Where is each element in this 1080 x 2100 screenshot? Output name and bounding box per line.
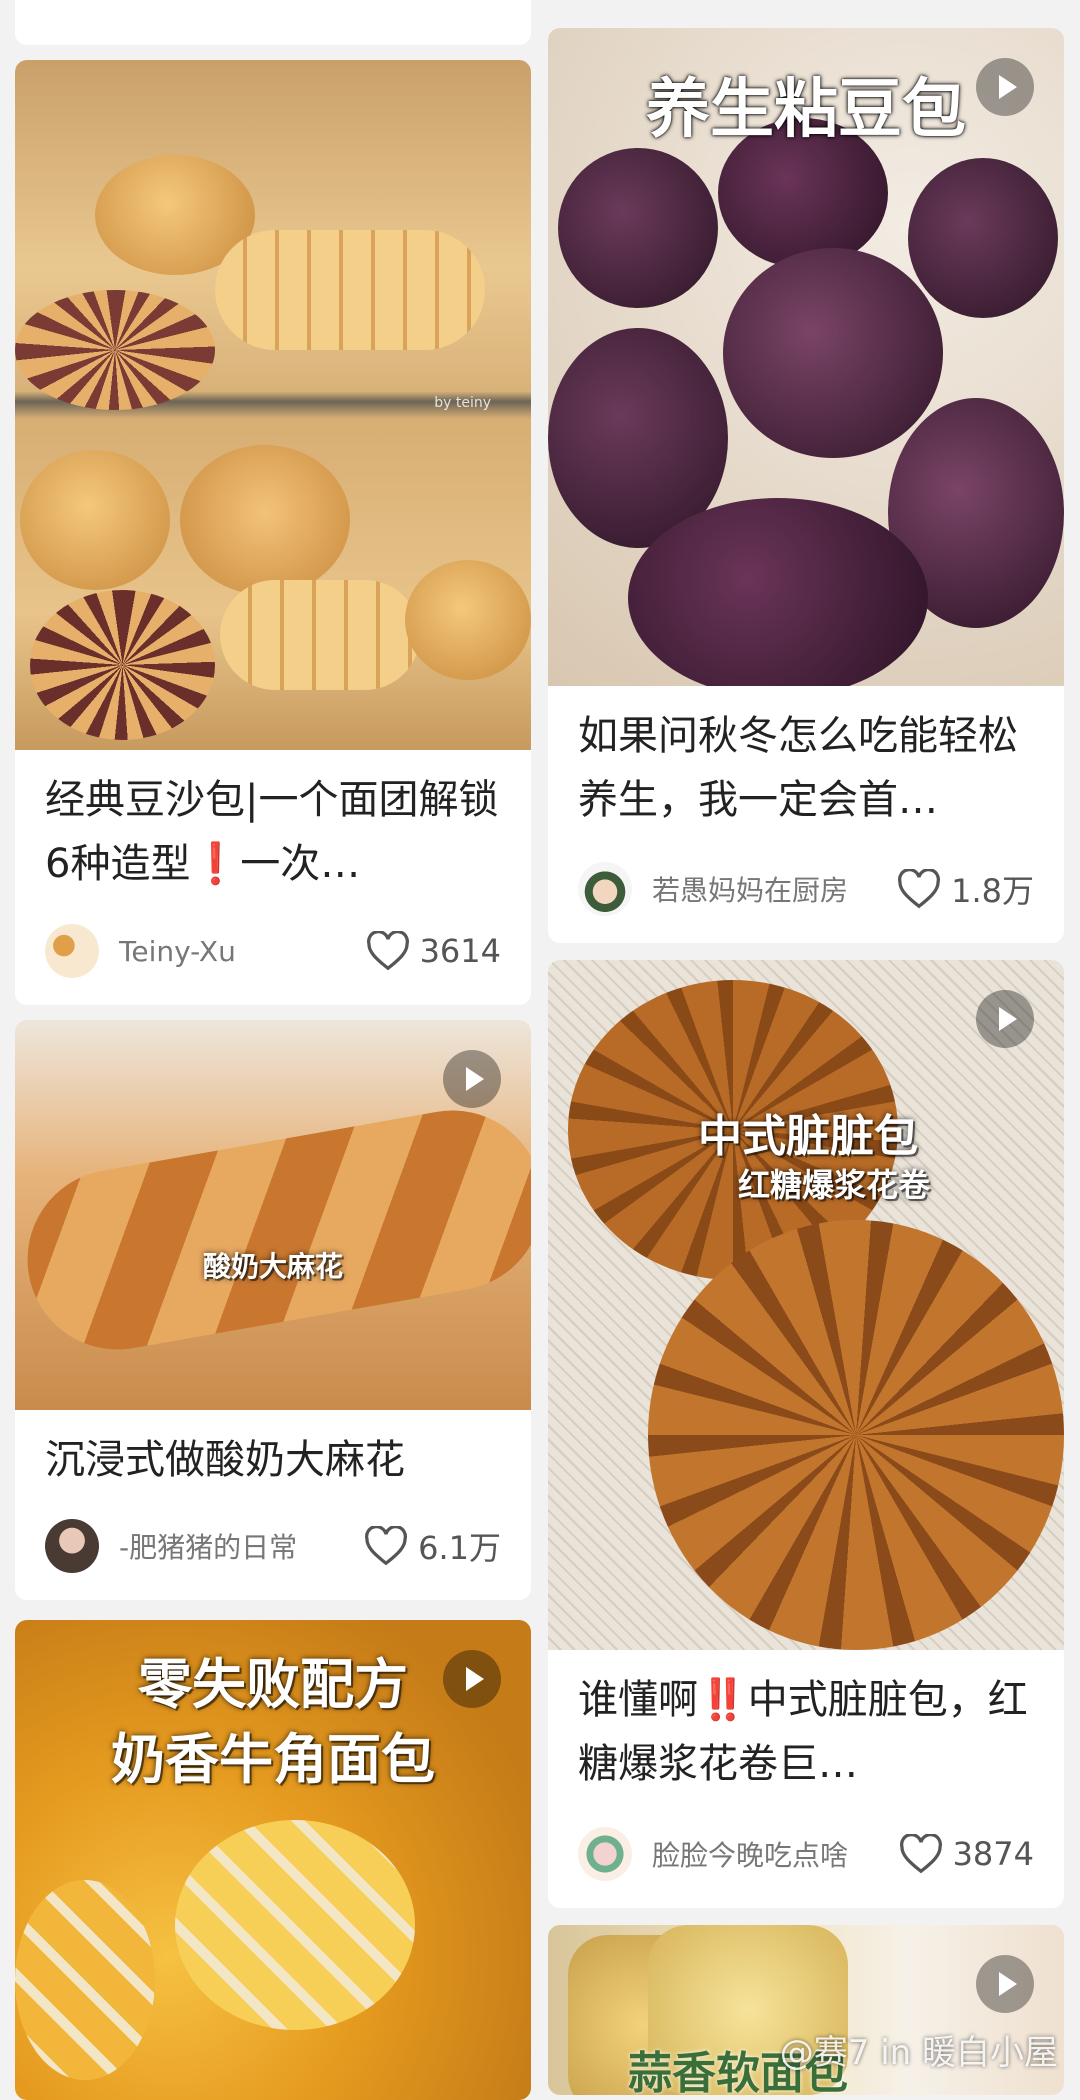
card-meta: -肥猪猪的日常 6.1万 <box>45 1518 501 1574</box>
avatar[interactable] <box>45 1519 99 1573</box>
card-title[interactable]: 如果问秋冬怎么吃能轻松养生，我一定会首… <box>548 686 1064 832</box>
card-thumbnail[interactable]: 中式脏脏包 红糖爆浆花卷 <box>548 960 1064 1650</box>
card-thumbnail[interactable]: 酸奶大麻花 <box>15 1020 531 1410</box>
screen-watermark: @赛7 in 暖白小屋 <box>779 2033 1058 2073</box>
image-caption-line2: 奶香牛角面包 <box>111 1728 435 1791</box>
card-thumbnail[interactable]: 零失败配方 奶香牛角面包 <box>15 1620 531 2100</box>
card-meta: 脸脸今晚吃点啥 3874 <box>578 1826 1034 1882</box>
play-icon <box>443 1050 501 1108</box>
image-caption-line1: 中式脏脏包 <box>698 1111 918 1162</box>
image-caption: 养生粘豆包 <box>646 73 966 147</box>
feed-card[interactable]: 酸奶大麻花 沉浸式做酸奶大麻花 -肥猪猪的日常 6.1万 <box>15 1020 531 1600</box>
like-count: 3874 <box>952 1835 1034 1873</box>
like-button[interactable]: 3874 <box>899 1834 1034 1874</box>
image-watermark: by teiny <box>434 395 491 411</box>
feed-card-partial[interactable] <box>15 0 531 45</box>
feed-card[interactable]: 养生粘豆包 如果问秋冬怎么吃能轻松养生，我一定会首… 若愚妈妈在厨房 1.8万 <box>548 28 1064 943</box>
author-name[interactable]: Teiny-Xu <box>119 935 366 968</box>
like-button[interactable]: 6.1万 <box>364 1523 501 1569</box>
image-caption: 酸奶大麻花 <box>202 1250 343 1283</box>
feed-card[interactable]: 零失败配方 奶香牛角面包 <box>15 1620 531 2100</box>
card-meta: Teiny-Xu 3614 <box>45 923 501 979</box>
like-count: 3614 <box>419 932 501 970</box>
image-caption-line1: 零失败配方 <box>138 1653 408 1716</box>
heart-outline-icon <box>365 1526 408 1566</box>
card-thumbnail[interactable]: 养生粘豆包 <box>548 28 1064 686</box>
author-name[interactable]: -肥猪猪的日常 <box>119 1526 364 1566</box>
avatar[interactable] <box>45 924 99 978</box>
card-title[interactable]: 经典豆沙包|一个面团解锁6种造型❗️一次… <box>15 750 531 896</box>
like-count: 1.8万 <box>951 872 1034 910</box>
feed-card[interactable]: 中式脏脏包 红糖爆浆花卷 谁懂啊‼️中式脏脏包，红糖爆浆花卷巨… 脸脸今晚吃点啥… <box>548 960 1064 1908</box>
like-button[interactable]: 1.8万 <box>897 866 1034 912</box>
like-count: 6.1万 <box>418 1529 501 1567</box>
card-title[interactable]: 沉浸式做酸奶大麻花 <box>15 1410 531 1492</box>
heart-outline-icon <box>899 1834 942 1874</box>
feed-card[interactable]: by teiny 经典豆沙包|一个面团解锁6种造型❗️一次… Teiny-Xu … <box>15 60 531 1005</box>
image-caption-line2: 红糖爆浆花卷 <box>738 1166 931 1204</box>
author-name[interactable]: 若愚妈妈在厨房 <box>652 869 897 909</box>
play-icon <box>976 1955 1034 2013</box>
card-title[interactable]: 谁懂啊‼️中式脏脏包，红糖爆浆花卷巨… <box>548 1650 1064 1796</box>
author-name[interactable]: 脸脸今晚吃点啥 <box>652 1834 899 1874</box>
avatar[interactable] <box>578 1827 632 1881</box>
play-icon <box>976 990 1034 1048</box>
card-thumbnail[interactable]: by teiny <box>15 60 531 750</box>
like-button[interactable]: 3614 <box>366 931 501 971</box>
avatar[interactable] <box>578 862 632 916</box>
card-meta: 若愚妈妈在厨房 1.8万 <box>578 861 1034 917</box>
heart-outline-icon <box>366 931 409 971</box>
heart-outline-icon <box>898 869 941 909</box>
